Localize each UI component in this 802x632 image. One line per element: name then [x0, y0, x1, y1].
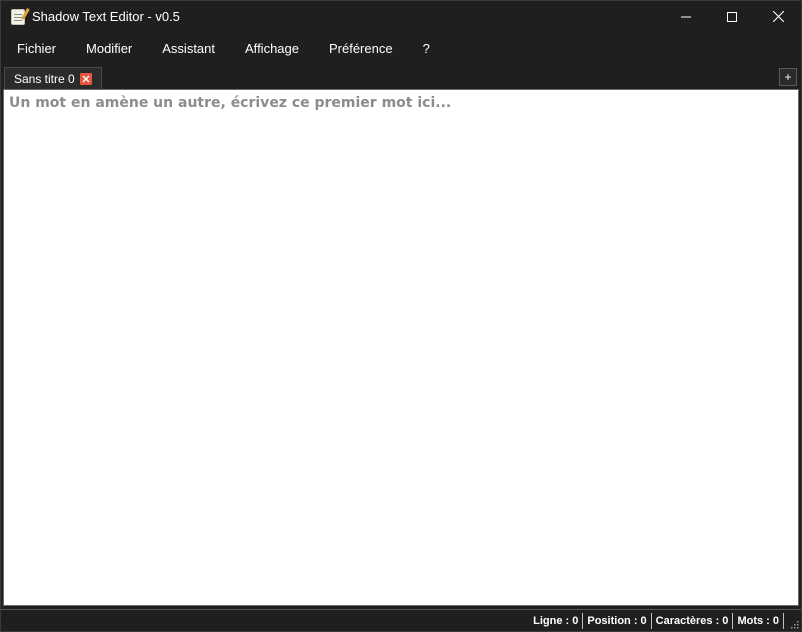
- window-title: Shadow Text Editor - v0.5: [32, 9, 180, 24]
- status-characters: Caractères : 0: [652, 613, 734, 629]
- menu-affichage[interactable]: Affichage: [245, 37, 299, 60]
- notepad-icon: [11, 8, 25, 25]
- editor-textarea[interactable]: [4, 90, 798, 605]
- status-bar: Ligne : 0 Position : 0 Caractères : 0 Mo…: [1, 609, 801, 631]
- minimize-icon: [681, 16, 691, 17]
- app-window: Shadow Text Editor - v0.5 Fichier Modifi…: [0, 0, 802, 632]
- close-window-button[interactable]: [755, 1, 801, 32]
- tab-close-button[interactable]: [79, 72, 92, 85]
- menu-fichier[interactable]: Fichier: [17, 37, 56, 60]
- minimize-button[interactable]: [663, 1, 709, 32]
- tab-label: Sans titre 0: [14, 71, 75, 86]
- close-icon: [82, 75, 90, 82]
- menu-assistant[interactable]: Assistant: [162, 37, 215, 60]
- close-icon: [772, 11, 784, 22]
- new-tab-button[interactable]: +: [779, 68, 797, 86]
- tab-sans-titre-0[interactable]: Sans titre 0: [4, 67, 102, 89]
- resize-grip-icon[interactable]: [789, 619, 799, 629]
- title-bar[interactable]: Shadow Text Editor - v0.5: [1, 1, 801, 32]
- status-items: Ligne : 0 Position : 0 Caractères : 0 Mo…: [529, 613, 784, 629]
- menu-help[interactable]: ?: [423, 37, 430, 60]
- menu-preference[interactable]: Préférence: [329, 37, 393, 60]
- menu-modifier[interactable]: Modifier: [86, 37, 132, 60]
- menu-bar: Fichier Modifier Assistant Affichage Pré…: [1, 34, 801, 63]
- status-position: Position : 0: [583, 613, 652, 629]
- maximize-icon: [727, 11, 737, 22]
- maximize-button[interactable]: [709, 1, 755, 32]
- window-controls: [663, 1, 801, 32]
- tab-strip: Sans titre 0 +: [1, 65, 801, 89]
- status-words: Mots : 0: [733, 613, 784, 629]
- status-line: Ligne : 0: [529, 613, 584, 629]
- editor-frame: [3, 89, 799, 606]
